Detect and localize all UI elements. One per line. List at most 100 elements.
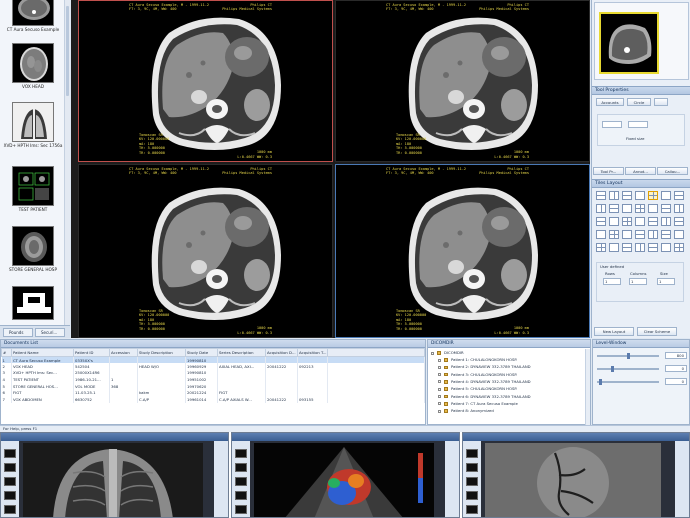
window-slider-track[interactable]: [597, 353, 659, 359]
expand-icon[interactable]: [438, 387, 441, 391]
expand-icon[interactable]: [438, 358, 441, 362]
tree-item[interactable]: Patient 8: Anonymized: [438, 408, 494, 415]
level-slider-thumb[interactable]: [611, 366, 614, 372]
column-header[interactable]: Series Description: [217, 348, 266, 357]
tab-annotations[interactable]: Annot...: [625, 167, 656, 175]
viewport-2[interactable]: CT Aura Secuso Example, M - 1999-11-2 FT:…: [335, 0, 590, 162]
study-thumbnail-1[interactable]: CT Aura Secuso Example: [3, 0, 63, 32]
layout-option[interactable]: [622, 230, 632, 239]
tree-item[interactable]: Patient 3: CHULALONGKORN HOSP.: [438, 372, 517, 379]
offset-value-field[interactable]: 0: [665, 378, 687, 385]
column-header[interactable]: Acquisition D...: [265, 348, 298, 357]
expand-icon[interactable]: [438, 402, 441, 406]
size-spinner[interactable]: 1: [657, 278, 675, 285]
thumbnail-scrollbar[interactable]: [64, 0, 70, 325]
layout-option[interactable]: [635, 191, 645, 200]
layout-option[interactable]: [609, 191, 619, 200]
navigator-image[interactable]: [599, 12, 659, 74]
layout-option[interactable]: [648, 204, 658, 213]
tree-item[interactable]: Patient 5: CHULALONGKORN HOSP.: [438, 386, 517, 393]
layout-option[interactable]: [661, 204, 671, 213]
layout-option[interactable]: [609, 230, 619, 239]
layout-option[interactable]: [635, 243, 645, 252]
circle-tool-button[interactable]: Circle: [627, 98, 651, 106]
new-layout-button[interactable]: New Layout: [594, 327, 634, 336]
accounts-tool-button[interactable]: Accounts: [596, 98, 624, 106]
expand-icon[interactable]: [438, 365, 441, 369]
viewport-1[interactable]: CT Aura Secuso Example, M - 1999-11-2 FT:…: [78, 0, 333, 162]
layout-option[interactable]: [609, 217, 619, 226]
option-field-1[interactable]: [602, 121, 622, 128]
layout-option[interactable]: [609, 204, 619, 213]
layout-option[interactable]: [596, 230, 606, 239]
table-row[interactable]: 6 FIGT 11.03.25.1 kakm 20021224 FIGT: [1, 389, 425, 397]
scrollbar-thumb[interactable]: [66, 6, 69, 96]
column-header[interactable]: Patient Name: [11, 348, 74, 357]
layout-option[interactable]: [622, 243, 632, 252]
table-row[interactable]: 7 VOX ABDOMEN 6630752 C.A/P 19961014 C.A/P AX…: [1, 396, 425, 403]
table-row[interactable]: 3 XVD+ HPTH Ims: Sec... 25000X14R6 19990810: [1, 369, 425, 377]
tree-root[interactable]: DICOMDIR: [431, 350, 464, 357]
expand-icon[interactable]: [438, 409, 441, 413]
layout-option[interactable]: [648, 230, 658, 239]
tab-pounds[interactable]: Pounds: [3, 328, 33, 337]
layout-option[interactable]: [596, 204, 606, 213]
study-thumbnail-2[interactable]: VOX HEAD: [3, 43, 63, 89]
tree-item[interactable]: Patient 2: DYNAVIEW 332-3789 THAILAND: [438, 364, 531, 371]
column-header[interactable]: Patient ID: [73, 348, 110, 357]
table-row[interactable]: 2 VOX HEAD 542504 HEAD W/O 19960929 AXIAL HEA…: [1, 363, 425, 370]
tree-item[interactable]: Patient 4: DYNAVIEW 332-3789 THAILAND: [438, 379, 531, 386]
tab-securi[interactable]: Securi...: [35, 328, 65, 337]
expand-icon[interactable]: [438, 373, 441, 377]
expand-icon[interactable]: [438, 395, 441, 398]
column-header[interactable]: #: [1, 348, 12, 357]
dicomdir-scrollbar[interactable]: [585, 349, 590, 425]
study-thumbnail-5[interactable]: STORE GENERAL HOSP: [3, 226, 63, 272]
layout-option[interactable]: [635, 217, 645, 226]
window-value-field[interactable]: 800: [665, 352, 687, 359]
layout-option[interactable]: [635, 230, 645, 239]
tree-item[interactable]: Patient 7: CT Aura Secuso Example: [438, 401, 518, 408]
layout-option[interactable]: [674, 217, 684, 226]
layout-option[interactable]: [635, 204, 645, 213]
offset-slider-track[interactable]: [597, 379, 659, 385]
layout-option[interactable]: [674, 230, 684, 239]
tab-callouts[interactable]: Callou...: [657, 167, 688, 175]
offset-slider-thumb[interactable]: [599, 379, 602, 385]
layout-option[interactable]: [661, 230, 671, 239]
expand-icon[interactable]: [431, 351, 434, 355]
layout-option[interactable]: [609, 243, 619, 252]
tree-item[interactable]: Patient 6: DYNAVIEW 332-3789 THAILAND: [438, 394, 531, 401]
column-header[interactable]: Acquisition T...: [297, 348, 328, 357]
option-field-2[interactable]: [628, 121, 648, 128]
column-header[interactable]: Study Date: [185, 348, 218, 357]
layout-option[interactable]: [661, 217, 671, 226]
level-value-field[interactable]: 0: [665, 365, 687, 372]
layout-option[interactable]: [596, 191, 606, 200]
level-slider-track[interactable]: [597, 366, 659, 372]
layout-option[interactable]: [661, 191, 671, 200]
layout-option[interactable]: [648, 191, 658, 200]
layout-option[interactable]: [622, 204, 632, 213]
table-row[interactable]: 4 TEST PATIENT 1986-10-21... 1 19951002: [1, 376, 425, 383]
window-slider-thumb[interactable]: [627, 353, 630, 359]
layout-option[interactable]: [596, 243, 606, 252]
table-row[interactable]: 1 CT Aura Secuso Example 0335XX's 19990810: [1, 356, 425, 364]
layout-option[interactable]: [674, 204, 684, 213]
column-header[interactable]: Accession: [109, 348, 138, 357]
table-row[interactable]: 5 STORE GENERAL HOS... VOL MODE 368 19970620: [1, 382, 425, 390]
layout-option[interactable]: [661, 243, 671, 252]
viewport-3[interactable]: CT Aura Secuso Example, M - 1999-11-2 FT:…: [78, 164, 333, 338]
tree-item[interactable]: Patient 1: CHULALONGKORN HOSP.: [438, 357, 517, 364]
tab-tool-properties[interactable]: Tool Pr...: [593, 167, 624, 175]
clear-scheme-button[interactable]: Clear Scheme: [637, 327, 677, 336]
expand-icon[interactable]: [438, 380, 441, 384]
layout-option[interactable]: [674, 191, 684, 200]
layout-option[interactable]: [596, 217, 606, 226]
study-thumbnail-3[interactable]: XVD+ HPTH Ims: Sec 1756a: [3, 102, 63, 148]
layout-option[interactable]: [648, 217, 658, 226]
layout-option[interactable]: [648, 243, 658, 252]
tool-option-button[interactable]: [654, 98, 668, 106]
layout-option[interactable]: [622, 217, 632, 226]
layout-option[interactable]: [674, 243, 684, 252]
